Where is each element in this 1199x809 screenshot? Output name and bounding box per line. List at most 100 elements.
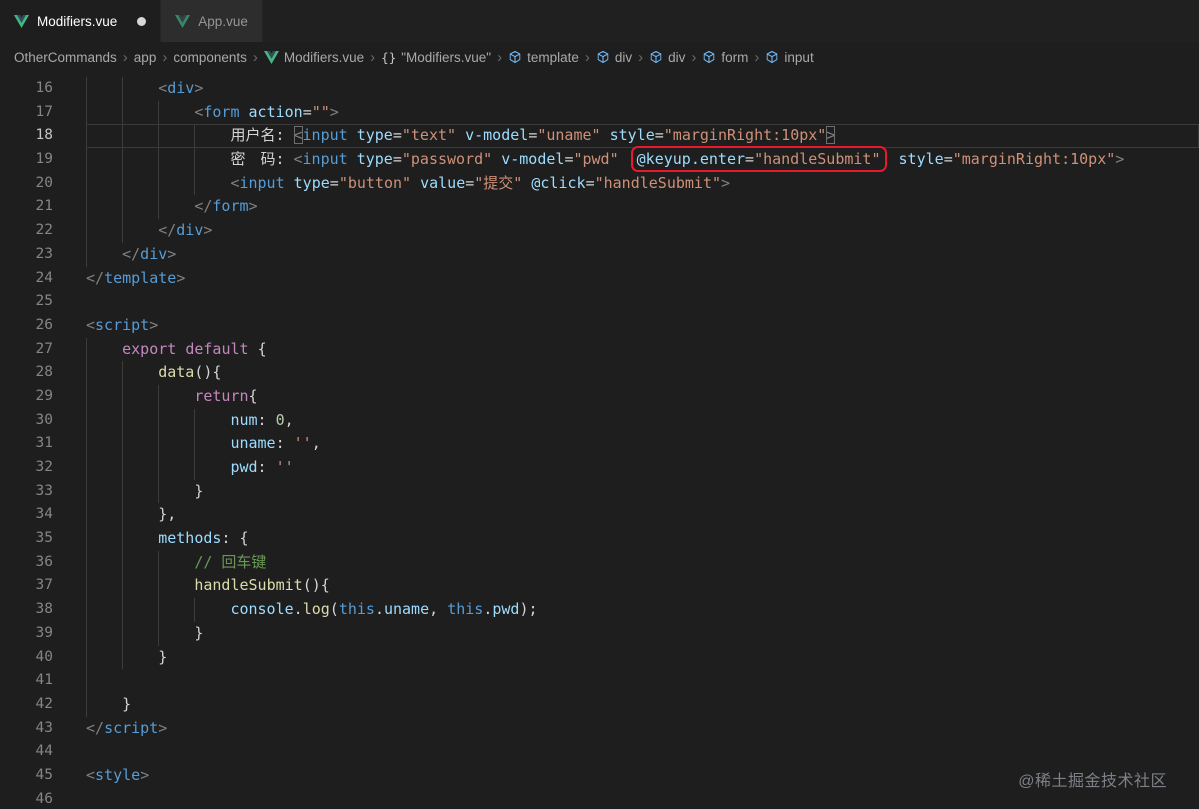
- line-content[interactable]: handleSubmit(){: [86, 574, 330, 599]
- code-line-21[interactable]: 21 </form>: [0, 195, 1199, 220]
- breadcrumb-item-modifiers-vue[interactable]: Modifiers.vue: [263, 50, 364, 65]
- line-number[interactable]: 42: [0, 693, 53, 717]
- line-number[interactable]: 43: [0, 717, 53, 741]
- line-content[interactable]: <script>: [86, 314, 158, 338]
- line-number[interactable]: 16: [0, 77, 53, 101]
- line-number[interactable]: 30: [0, 409, 53, 433]
- line-content[interactable]: <input type="button" value="提交" @click="…: [86, 171, 730, 196]
- line-number[interactable]: 21: [0, 195, 53, 219]
- line-number[interactable]: 28: [0, 361, 53, 385]
- code-line-16[interactable]: 16 <div>: [0, 77, 1199, 101]
- code-line-26[interactable]: 26 <script>: [0, 314, 1199, 338]
- code-line-28[interactable]: 28 data(){: [0, 361, 1199, 385]
- breadcrumb-item-othercommands[interactable]: OtherCommands: [14, 50, 117, 65]
- line-number[interactable]: 18: [0, 124, 53, 148]
- line-number[interactable]: 44: [0, 740, 53, 764]
- line-number[interactable]: 34: [0, 503, 53, 527]
- line-content[interactable]: </form>: [86, 195, 258, 220]
- line-content[interactable]: [86, 669, 122, 693]
- code-line-29[interactable]: 29 return{: [0, 384, 1199, 409]
- line-number[interactable]: 46: [0, 788, 53, 809]
- code-line-44[interactable]: 44: [0, 740, 1199, 764]
- line-content[interactable]: 密 码: <input type="password" v-model="pwd…: [86, 146, 1124, 173]
- line-content[interactable]: num: 0,: [86, 408, 294, 433]
- line-number[interactable]: 40: [0, 646, 53, 670]
- line-content[interactable]: <div>: [86, 77, 203, 101]
- line-content[interactable]: return{: [86, 384, 258, 409]
- code-line-41[interactable]: 41: [0, 669, 1199, 693]
- line-number[interactable]: 37: [0, 574, 53, 598]
- modified-dot-icon[interactable]: [137, 16, 147, 26]
- code-line-32[interactable]: 32 pwd: '': [0, 456, 1199, 480]
- line-number[interactable]: 33: [0, 480, 53, 504]
- line-content[interactable]: </div>: [86, 219, 212, 243]
- code-line-36[interactable]: 36 // 回车键: [0, 550, 1199, 575]
- line-number[interactable]: 20: [0, 172, 53, 196]
- breadcrumb-item-modifiers-vue[interactable]: {} "Modifiers.vue": [381, 50, 491, 65]
- breadcrumb-item-div[interactable]: div: [596, 50, 632, 65]
- line-number[interactable]: 31: [0, 432, 53, 456]
- line-number[interactable]: 27: [0, 338, 53, 362]
- line-content[interactable]: </div>: [86, 242, 176, 267]
- line-number[interactable]: 19: [0, 148, 53, 172]
- code-line-20[interactable]: 20 <input type="button" value="提交" @click…: [0, 171, 1199, 196]
- breadcrumb-item-components[interactable]: components: [173, 50, 247, 65]
- code-line-24[interactable]: 24 </template>: [0, 267, 1199, 291]
- line-content[interactable]: </script>: [86, 717, 167, 741]
- line-content[interactable]: </template>: [86, 267, 185, 291]
- line-content[interactable]: }: [86, 645, 167, 670]
- breadcrumb-item-div[interactable]: div: [649, 50, 685, 65]
- code-line-31[interactable]: 31 uname: '',: [0, 432, 1199, 456]
- line-content[interactable]: export default {: [86, 337, 267, 362]
- code-line-37[interactable]: 37 handleSubmit(){: [0, 574, 1199, 599]
- line-number[interactable]: 45: [0, 764, 53, 788]
- line-content[interactable]: <form action="">: [86, 100, 339, 125]
- line-content[interactable]: uname: '',: [86, 432, 321, 456]
- line-number[interactable]: 29: [0, 385, 53, 409]
- code-line-23[interactable]: 23 </div>: [0, 242, 1199, 267]
- breadcrumb-item-form[interactable]: form: [702, 50, 748, 65]
- code-line-40[interactable]: 40}: [0, 645, 1199, 670]
- line-content[interactable]: 用户名: <input type="text" v-model="uname" …: [86, 124, 836, 149]
- code-line-33[interactable]: 33}: [0, 479, 1199, 504]
- line-number[interactable]: 38: [0, 598, 53, 622]
- code-line-34[interactable]: 34},: [0, 503, 1199, 528]
- tab-app-vue[interactable]: App.vue: [161, 0, 263, 42]
- line-content[interactable]: }: [86, 479, 203, 504]
- editor[interactable]: 16 <div> 17 <form action=""> 18 用户名: <input t…: [0, 72, 1199, 809]
- line-content[interactable]: methods: {: [86, 527, 249, 551]
- line-content[interactable]: console.log(this.uname, this.pwd);: [86, 598, 538, 622]
- line-content[interactable]: }: [86, 621, 203, 646]
- code-line-25[interactable]: 25: [0, 290, 1199, 314]
- line-number[interactable]: 36: [0, 551, 53, 575]
- line-number[interactable]: 22: [0, 219, 53, 243]
- tab-modifiers-vue[interactable]: Modifiers.vue: [0, 0, 162, 42]
- code-line-17[interactable]: 17 <form action="">: [0, 100, 1199, 125]
- line-content[interactable]: },: [86, 503, 176, 528]
- code-line-35[interactable]: 35 methods: {: [0, 527, 1199, 551]
- line-content[interactable]: <style>: [86, 764, 149, 788]
- breadcrumb-item-template[interactable]: template: [508, 50, 579, 65]
- line-content[interactable]: data(){: [86, 361, 221, 385]
- code-line-27[interactable]: 27 export default {: [0, 337, 1199, 362]
- code-line-38[interactable]: 38 console.log(this.uname, this.pwd);: [0, 598, 1199, 622]
- line-number[interactable]: 35: [0, 527, 53, 551]
- line-content[interactable]: }: [86, 692, 131, 717]
- line-number[interactable]: 17: [0, 101, 53, 125]
- code-line-22[interactable]: 22 </div>: [0, 219, 1199, 243]
- line-content[interactable]: // 回车键: [86, 550, 266, 575]
- code-line-18[interactable]: 18 用户名: <input type="text" v-model="uname…: [0, 124, 1199, 149]
- code-line-19[interactable]: 19 密 码: <input type="password" v-model="p…: [0, 146, 1199, 173]
- line-number[interactable]: 39: [0, 622, 53, 646]
- code-line-43[interactable]: 43 </script>: [0, 717, 1199, 741]
- line-number[interactable]: 24: [0, 267, 53, 291]
- line-number[interactable]: 23: [0, 243, 53, 267]
- code-line-30[interactable]: 30 num: 0,: [0, 408, 1199, 433]
- code-line-42[interactable]: 42}: [0, 692, 1199, 717]
- line-content[interactable]: pwd: '': [86, 456, 294, 480]
- code-line-39[interactable]: 39}: [0, 621, 1199, 646]
- breadcrumb-item-input[interactable]: input: [765, 50, 814, 65]
- line-number[interactable]: 26: [0, 314, 53, 338]
- line-number[interactable]: 32: [0, 456, 53, 480]
- line-number[interactable]: 25: [0, 290, 53, 314]
